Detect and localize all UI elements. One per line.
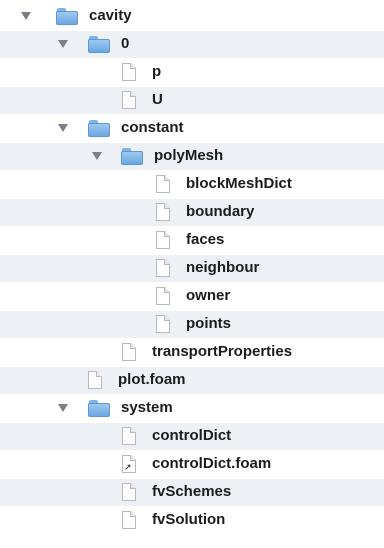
document-icon [156, 287, 170, 305]
document-icon [156, 259, 170, 277]
document-icon [156, 203, 170, 221]
document-icon [122, 91, 136, 109]
tree-row-0[interactable]: 0 [0, 31, 384, 58]
document-icon [122, 63, 136, 81]
folder-icon [88, 120, 110, 137]
tree-row-label: owner [186, 287, 231, 304]
tree-row-boundary[interactable]: boundary [0, 199, 384, 226]
document-icon [122, 511, 136, 529]
tree-row-polymesh[interactable]: polyMesh [0, 143, 384, 170]
tree-row-plot-foam[interactable]: plot.foam [0, 367, 384, 394]
tree-row-U[interactable]: U [0, 87, 384, 114]
document-icon [88, 371, 102, 389]
tree-row-label: fvSchemes [152, 483, 232, 500]
tree-row-label: plot.foam [118, 371, 186, 388]
folder-icon [88, 400, 110, 417]
tree-row-label: points [186, 315, 231, 332]
tree-row-blockmeshdict[interactable]: blockMeshDict [0, 171, 384, 198]
tree-row-label: transportProperties [152, 343, 293, 360]
tree-row-label: boundary [186, 203, 255, 220]
tree-row-system[interactable]: system [0, 395, 384, 422]
tree-row-label: p [152, 63, 162, 80]
tree-row-label: constant [121, 119, 184, 136]
tree-row-fvschemes[interactable]: fvSchemes [0, 479, 384, 506]
tree-row-neighbour[interactable]: neighbour [0, 255, 384, 282]
document-icon [122, 483, 136, 501]
tree-row-label: system [121, 399, 173, 416]
tree-row-label: 0 [121, 35, 130, 52]
tree-row-faces[interactable]: faces [0, 227, 384, 254]
document-icon [156, 175, 170, 193]
tree-row-controldict[interactable]: controlDict [0, 423, 384, 450]
document-icon [156, 315, 170, 333]
disclosure-triangle-icon[interactable] [58, 404, 68, 412]
folder-icon [88, 36, 110, 53]
alias-document-icon: ↗ [122, 455, 136, 473]
document-icon [122, 343, 136, 361]
alias-arrow-icon: ↗ [124, 463, 132, 473]
tree-row-transportproperties[interactable]: transportProperties [0, 339, 384, 366]
tree-row-label: polyMesh [154, 147, 224, 164]
tree-row-cavity[interactable]: cavity [0, 3, 384, 30]
tree-row-points[interactable]: points [0, 311, 384, 338]
tree-row-label: controlDict.foam [152, 455, 272, 472]
tree-row-fvsolution[interactable]: fvSolution [0, 507, 384, 534]
tree-row-constant[interactable]: constant [0, 115, 384, 142]
disclosure-triangle-icon[interactable] [58, 124, 68, 132]
tree-row-owner[interactable]: owner [0, 283, 384, 310]
tree-row-controldict-foam[interactable]: ↗ controlDict.foam [0, 451, 384, 478]
file-tree: cavity 0 p U constant polyMesh blockMesh… [0, 0, 384, 548]
tree-row-label: U [152, 91, 163, 108]
tree-row-label: blockMeshDict [186, 175, 292, 192]
tree-row-label: fvSolution [152, 511, 226, 528]
tree-row-label: neighbour [186, 259, 260, 276]
document-icon [156, 231, 170, 249]
tree-row-label: controlDict [152, 427, 232, 444]
tree-row-label: cavity [89, 7, 132, 24]
disclosure-triangle-icon[interactable] [21, 12, 31, 20]
folder-icon [121, 148, 143, 165]
document-icon [122, 427, 136, 445]
tree-row-p[interactable]: p [0, 59, 384, 86]
disclosure-triangle-icon[interactable] [58, 40, 68, 48]
tree-row-label: faces [186, 231, 225, 248]
disclosure-triangle-icon[interactable] [92, 152, 102, 160]
folder-icon [56, 8, 78, 25]
